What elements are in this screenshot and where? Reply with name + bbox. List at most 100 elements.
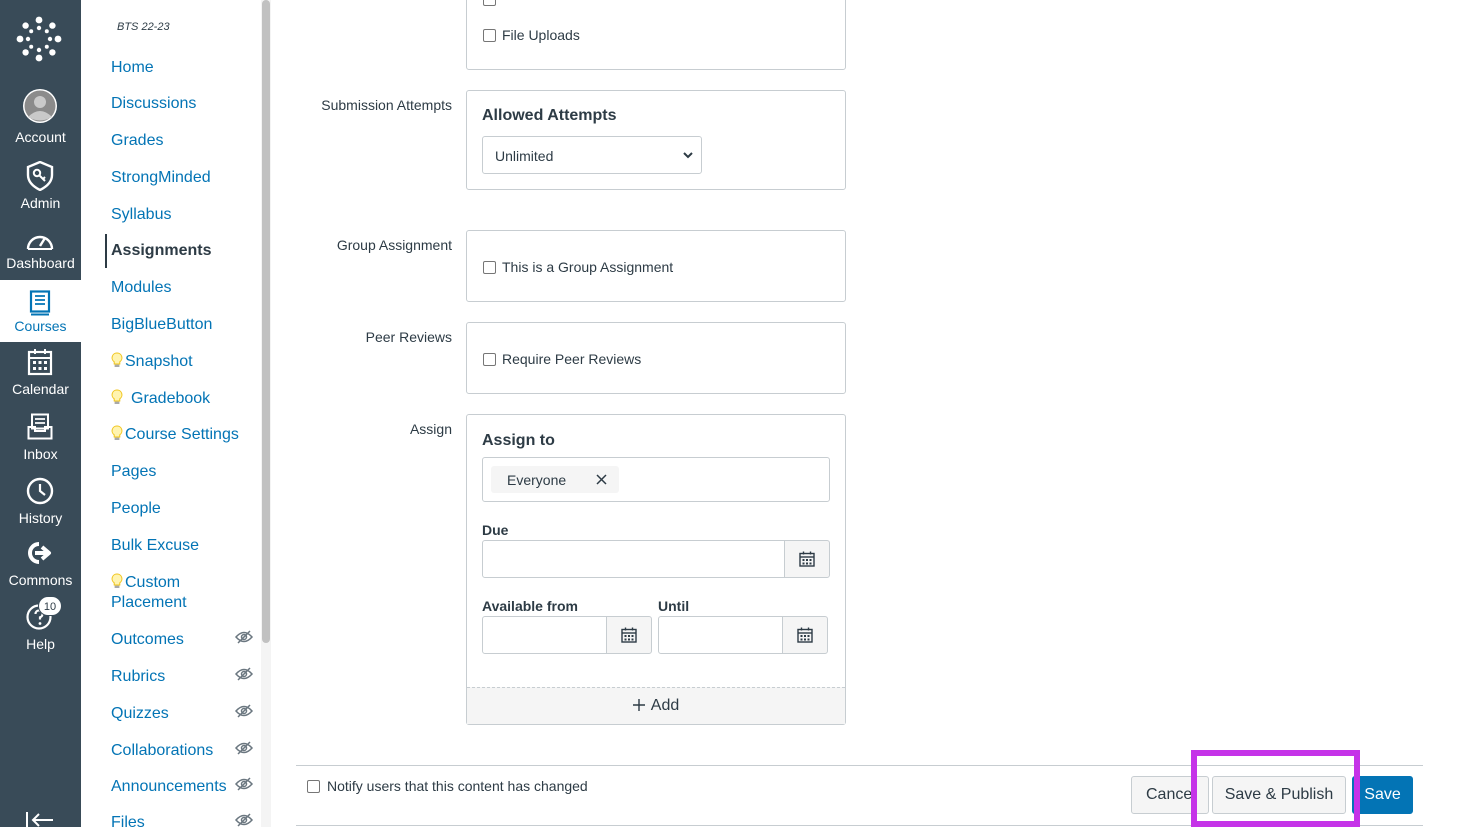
group-assignment-checkbox-label: This is a Group Assignment (502, 259, 674, 275)
chevron-down-icon (683, 152, 693, 159)
add-assignee-button[interactable]: Add (467, 687, 845, 724)
assign-label: Assign (409, 421, 452, 437)
peer-reviews-checkbox-label: Require Peer Reviews (502, 351, 642, 367)
due-date-input[interactable] (482, 540, 785, 578)
course-nav-announcements[interactable]: Announcements (111, 777, 227, 797)
course-nav-label: Snapshot (125, 353, 193, 370)
group-assignment-fieldset: This is a Group Assignment (466, 230, 846, 302)
course-nav-strongminded[interactable]: StrongMinded (111, 168, 211, 188)
notify-users-label: Notify users that this content has chang… (327, 778, 588, 794)
breadcrumb[interactable]: BTS 22-23 (117, 21, 170, 33)
calendar-icon (797, 627, 813, 643)
global-nav-admin[interactable]: Admin (0, 161, 81, 223)
global-nav-label: Courses (14, 318, 67, 334)
allowed-attempts-select[interactable]: Unlimited (482, 136, 702, 174)
assign-to-input[interactable]: Everyone (482, 457, 830, 502)
available-from-label: Available from (482, 598, 578, 614)
course-nav-course-settings[interactable]: Course Settings (111, 425, 239, 445)
global-nav-courses[interactable]: Courses (0, 280, 81, 342)
hidden-eye-icon (235, 813, 253, 827)
course-nav-rubrics[interactable]: Rubrics (111, 667, 165, 687)
course-navigation: BTS 22-23 Home Discussions Grades Strong… (81, 0, 261, 827)
course-nav-custom-placement[interactable]: Custom Placement (111, 573, 241, 613)
lightbulb-icon (111, 389, 123, 404)
account-avatar-icon (23, 89, 57, 123)
global-nav-help[interactable]: 10 Help (0, 596, 81, 666)
calendar-icon (27, 349, 53, 376)
plus-icon (632, 699, 645, 711)
assignee-token-label: Everyone (507, 472, 567, 488)
course-nav-people[interactable]: People (111, 499, 161, 519)
canvas-logo-icon[interactable] (16, 16, 62, 62)
course-nav-collaborations[interactable]: Collaborations (111, 741, 213, 761)
course-nav-syllabus[interactable]: Syllabus (111, 205, 171, 225)
until-label: Until (658, 598, 690, 614)
submission-attempts-label: Submission Attempts (321, 97, 452, 113)
history-clock-icon (26, 477, 54, 505)
global-nav-label: Account (15, 129, 66, 145)
course-nav-files[interactable]: Files (111, 813, 145, 827)
hidden-eye-icon (235, 741, 253, 755)
dashboard-gauge-icon (26, 235, 54, 250)
notify-users-checkbox[interactable] (307, 780, 320, 793)
until-date-picker-button[interactable] (782, 616, 828, 654)
allowed-attempts-title: Allowed Attempts (482, 107, 617, 124)
course-nav-bulk-excuse[interactable]: Bulk Excuse (111, 536, 199, 556)
course-nav-snapshot[interactable]: Snapshot (111, 352, 193, 372)
group-assignment-label: Group Assignment (336, 237, 452, 253)
add-button-label: Add (650, 697, 680, 714)
available-from-input[interactable] (482, 616, 607, 654)
annotation-highlight-box (1191, 750, 1360, 827)
available-from-picker-button[interactable] (606, 616, 652, 654)
hidden-eye-icon (235, 704, 253, 718)
file-uploads-checkbox[interactable] (483, 29, 496, 42)
help-notification-badge: 10 (38, 596, 62, 616)
global-nav-inbox[interactable]: Inbox (0, 413, 81, 475)
course-nav-pages[interactable]: Pages (111, 462, 156, 482)
calendar-icon (799, 551, 815, 567)
lightbulb-icon (111, 352, 123, 367)
global-nav-commons[interactable]: Commons (0, 541, 81, 603)
inbox-icon (27, 413, 53, 440)
course-nav-assignments[interactable]: Assignments (111, 241, 211, 261)
hidden-eye-icon (235, 667, 253, 681)
commons-icon (28, 542, 51, 564)
due-date-picker-button[interactable] (784, 540, 830, 578)
course-nav-grades[interactable]: Grades (111, 131, 163, 151)
course-nav-home[interactable]: Home (111, 58, 154, 78)
course-nav-quizzes[interactable]: Quizzes (111, 704, 169, 724)
active-item-indicator (105, 234, 107, 268)
course-nav-modules[interactable]: Modules (111, 278, 171, 298)
course-nav-discussions[interactable]: Discussions (111, 94, 196, 114)
until-date-input[interactable] (658, 616, 783, 654)
assignment-edit-form: File Uploads Submission Attempts Allowed… (271, 0, 1474, 827)
global-nav-label: Commons (8, 572, 73, 588)
course-nav-gradebook[interactable]: Gradebook (111, 389, 210, 409)
save-button[interactable]: Save (1352, 776, 1413, 814)
file-uploads-label: File Uploads (502, 27, 580, 43)
assign-to-title: Assign to (482, 432, 555, 449)
global-nav-label: History (18, 510, 63, 526)
global-nav-label: Dashboard (6, 255, 75, 271)
calendar-icon (621, 627, 637, 643)
assignee-token: Everyone (491, 466, 619, 493)
collapse-nav-icon[interactable] (25, 810, 55, 827)
global-navigation: Account Admin Dashboard Courses Calendar… (0, 0, 81, 827)
global-nav-label: Calendar (12, 381, 69, 397)
global-nav-history[interactable]: History (0, 477, 81, 539)
global-nav-account[interactable]: Account (0, 88, 81, 150)
peer-reviews-fieldset: Require Peer Reviews (466, 322, 846, 394)
peer-reviews-label: Peer Reviews (365, 329, 452, 345)
due-label: Due (482, 522, 509, 538)
global-nav-calendar[interactable]: Calendar (0, 348, 81, 410)
group-assignment-checkbox[interactable] (483, 261, 496, 274)
text-entry-checkbox[interactable] (483, 0, 496, 6)
hidden-eye-icon (235, 630, 253, 644)
remove-token-close-icon[interactable] (596, 474, 607, 485)
course-nav-outcomes[interactable]: Outcomes (111, 630, 184, 650)
global-nav-label: Help (26, 636, 55, 652)
course-nav-bigbluebutton[interactable]: BigBlueButton (111, 315, 212, 335)
peer-reviews-checkbox[interactable] (483, 353, 496, 366)
lightbulb-icon (111, 425, 123, 440)
online-entry-options-fieldset: File Uploads (466, 0, 846, 70)
